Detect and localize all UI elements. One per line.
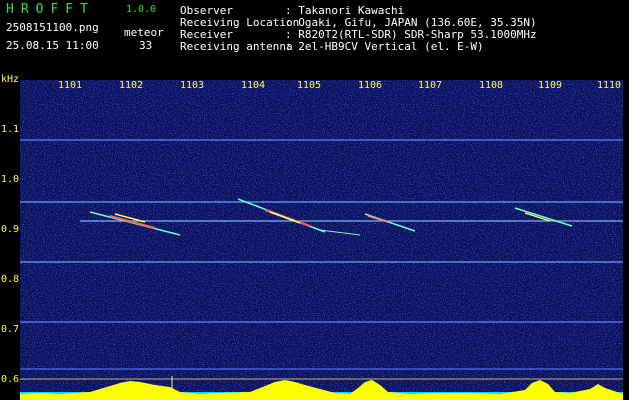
minute-label: 1108 xyxy=(479,80,504,91)
minute-label: 1106 xyxy=(358,80,383,91)
khz-tick-label: 0.6 xyxy=(1,374,20,385)
minute-label: 1110 xyxy=(597,80,622,91)
meteor-label: meteor xyxy=(124,26,164,39)
minute-label: 1107 xyxy=(418,80,443,91)
spectrogram xyxy=(20,80,623,400)
meteor-count: 33 xyxy=(139,39,153,52)
minute-label: 1102 xyxy=(119,80,144,91)
khz-unit-label: kHz xyxy=(1,74,20,85)
minute-label: 1104 xyxy=(241,80,266,91)
hrofft-window: HROFFT 1.0.0 2508151100.png 25.08.15 11:… xyxy=(0,0,629,400)
spectrogram-canvas xyxy=(20,80,623,400)
app-name: HROFFT xyxy=(6,2,95,17)
khz-tick-label: 0.8 xyxy=(1,274,20,285)
timestamp: 25.08.15 11:00 xyxy=(6,39,99,52)
file-name: 2508151100.png xyxy=(6,21,99,34)
noise-texture xyxy=(20,80,623,400)
minute-label: 1105 xyxy=(297,80,322,91)
app-version: 1.0.0 xyxy=(126,4,157,15)
antenna-label: Receiving antenna xyxy=(180,40,293,53)
khz-tick-label: 1.0 xyxy=(1,174,20,185)
antenna-value: : 2el-HB9CV Vertical (el. E-W) xyxy=(285,40,484,53)
khz-tick-label: 0.9 xyxy=(1,224,20,235)
minute-label: 1109 xyxy=(538,80,563,91)
minute-label: 1103 xyxy=(180,80,205,91)
khz-tick-label: 0.7 xyxy=(1,324,20,335)
minute-label: 1101 xyxy=(58,80,83,91)
khz-tick-label: 1.1 xyxy=(1,124,20,135)
